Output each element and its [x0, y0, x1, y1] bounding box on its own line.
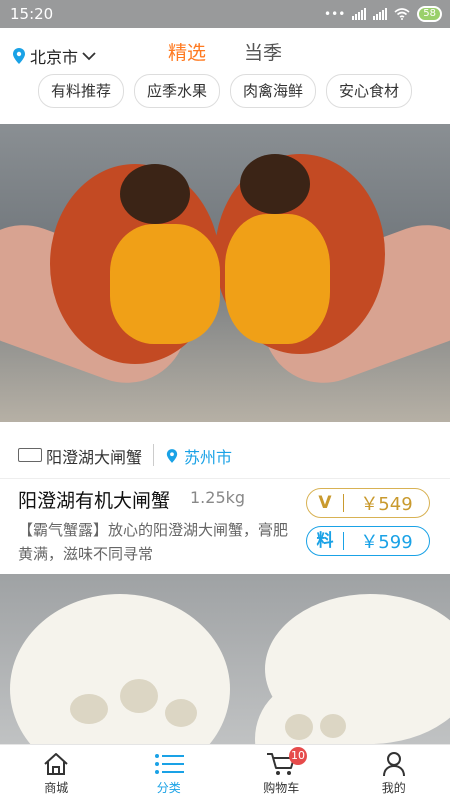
product-image-crab[interactable]: [0, 124, 450, 422]
shop-name: 阳澄湖大闸蟹: [46, 444, 142, 468]
nav-item-mall[interactable]: 商城: [0, 745, 113, 801]
bottom-nav: 商城 分类 10 购物车 我的: [0, 744, 450, 801]
product-weight: 1.25kg: [190, 488, 245, 507]
product-image-lotus-root[interactable]: [0, 574, 450, 744]
tab-seasonal[interactable]: 当季: [244, 38, 282, 65]
nav-label-mine: 我的: [338, 779, 450, 796]
signal-icon: [352, 8, 366, 20]
signal-icon-2: [373, 8, 387, 20]
nav-item-category[interactable]: 分类: [113, 745, 226, 801]
shop-row[interactable]: 阳澄湖大闸蟹 苏州市: [0, 430, 450, 479]
location-pin-icon: [166, 448, 178, 464]
vip-price-badge[interactable]: V ￥549: [306, 488, 430, 518]
user-icon: [382, 751, 406, 777]
category-chip-recommended[interactable]: 有料推荐: [38, 74, 124, 108]
header-tabs: 精选 当季: [0, 38, 450, 65]
status-bar: 15:20 ••• 58: [0, 0, 450, 28]
category-chip-fruit[interactable]: 应季水果: [134, 74, 220, 108]
cart-count-badge: 10: [289, 747, 307, 765]
nav-label-category: 分类: [113, 779, 226, 796]
vip-price: ￥549: [344, 490, 429, 516]
category-chip-meat-seafood[interactable]: 肉禽海鲜: [230, 74, 316, 108]
top-header: 北京市 精选 当季: [0, 28, 450, 80]
status-time: 15:20: [10, 5, 53, 23]
battery-icon: 58: [417, 6, 442, 22]
tab-featured[interactable]: 精选: [168, 38, 206, 65]
nav-item-mine[interactable]: 我的: [338, 745, 450, 801]
wifi-icon: [394, 8, 410, 20]
shop-logo: [18, 448, 42, 462]
product-description: 【霸气蟹露】放心的阳澄湖大闸蟹，膏肥黄满，滋味不同寻常: [18, 518, 288, 566]
normal-price: ￥599: [344, 528, 429, 554]
vip-tag: V: [307, 494, 344, 512]
shop-location: 苏州市: [166, 444, 232, 468]
product-title: 阳澄湖有机大闸蟹: [18, 486, 170, 513]
product-card[interactable]: 阳澄湖有机大闸蟹 1.25kg 【霸气蟹露】放心的阳澄湖大闸蟹，膏肥黄满，滋味不…: [0, 478, 450, 574]
normal-tag: 料: [307, 532, 344, 550]
nav-label-cart: 购物车: [225, 779, 338, 796]
nav-label-mall: 商城: [0, 779, 113, 796]
category-chips: 有料推荐 应季水果 肉禽海鲜 安心食材: [0, 74, 450, 112]
home-icon: [43, 752, 69, 776]
more-dots-icon: •••: [324, 7, 345, 21]
status-icons: ••• 58: [324, 6, 442, 22]
category-list-icon: [154, 752, 184, 776]
category-chip-safe-food[interactable]: 安心食材: [326, 74, 412, 108]
nav-item-cart[interactable]: 10 购物车: [225, 745, 338, 801]
divider: [153, 444, 154, 466]
shop-location-label: 苏州市: [184, 444, 232, 468]
normal-price-badge[interactable]: 料 ￥599: [306, 526, 430, 556]
